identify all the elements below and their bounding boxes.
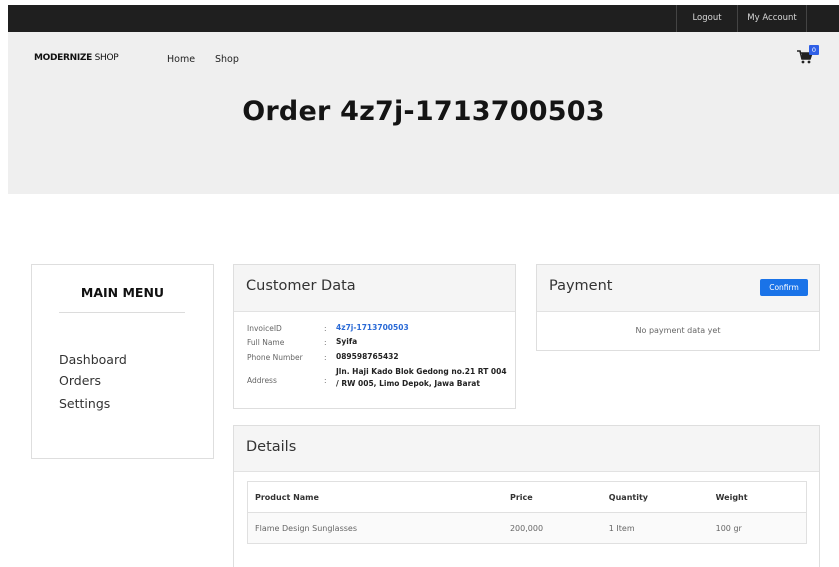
quantity-cell: 1 Item — [601, 512, 709, 544]
column-header-quantity: Quantity — [601, 481, 709, 513]
field-colon: : — [324, 376, 327, 385]
brand-logo[interactable]: MODERNIZE SHOP — [34, 53, 119, 63]
price-cell: 200,000 — [502, 512, 602, 544]
column-header-weight: Weight — [708, 481, 807, 513]
brand-name-bold: MODERNIZE — [34, 53, 93, 63]
menu-item-orders[interactable]: Orders — [59, 373, 101, 388]
address-label: Address — [247, 376, 277, 385]
menu-item-dashboard[interactable]: Dashboard — [59, 352, 127, 367]
topbar-divider — [806, 5, 807, 32]
phone-number-label: Phone Number — [247, 353, 303, 362]
logout-link[interactable]: Logout — [677, 5, 737, 32]
invoice-id-value[interactable]: 4z7j-1713700503 — [336, 322, 409, 334]
product-name-cell: Flame Design Sunglasses — [246, 512, 503, 544]
invoice-id-label: InvoiceID — [247, 324, 282, 333]
column-header-product-name: Product Name — [246, 481, 503, 513]
phone-number-value: 089598765432 — [336, 352, 399, 361]
details-title: Details — [246, 439, 297, 455]
nav-home[interactable]: Home — [167, 54, 195, 65]
main-menu: MAIN MENU Dashboard Orders Settings — [31, 264, 214, 459]
table-row: Flame Design Sunglasses 200,000 1 Item 1… — [246, 512, 807, 544]
field-colon: : — [324, 353, 327, 362]
page-title: Order 4z7j-1713700503 — [242, 96, 605, 127]
field-colon: : — [324, 324, 327, 333]
weight-cell: 100 gr — [708, 512, 807, 544]
payment-title: Payment — [549, 278, 613, 294]
my-account-link[interactable]: My Account — [738, 5, 806, 32]
details-header: Details — [234, 426, 819, 472]
customer-data-title: Customer Data — [246, 278, 356, 294]
details-card: Details Product Name Price Quantity Weig… — [233, 425, 820, 567]
products-table: Product Name Price Quantity Weight Flame… — [246, 481, 807, 544]
field-colon: : — [324, 338, 327, 347]
confirm-button[interactable]: Confirm — [760, 279, 808, 296]
full-name-label: Full Name — [247, 338, 285, 347]
payment-card: Payment Confirm No payment data yet — [536, 264, 820, 351]
full-name-value: Syifa — [336, 337, 358, 346]
table-header-row: Product Name Price Quantity Weight — [246, 481, 807, 513]
column-header-price: Price — [502, 481, 602, 513]
cart-count-badge: 0 — [809, 45, 819, 55]
address-value: Jln. Haji Kado Blok Gedong no.21 RT 004 … — [336, 367, 507, 388]
top-bar: Logout My Account — [8, 5, 839, 32]
payment-empty-message: No payment data yet — [635, 326, 721, 335]
brand-name-light: SHOP — [92, 53, 119, 63]
menu-divider — [59, 312, 185, 313]
payment-header: Payment Confirm — [537, 265, 819, 312]
customer-data-header: Customer Data — [234, 265, 515, 312]
nav-shop[interactable]: Shop — [215, 54, 239, 65]
main-menu-title: MAIN MENU — [80, 285, 165, 300]
customer-data-card: Customer Data InvoiceID : 4z7j-171370050… — [233, 264, 516, 409]
menu-item-settings[interactable]: Settings — [59, 396, 110, 411]
page-header: MODERNIZE SHOP Home Shop 0 Order 4z7j-17… — [8, 32, 839, 194]
